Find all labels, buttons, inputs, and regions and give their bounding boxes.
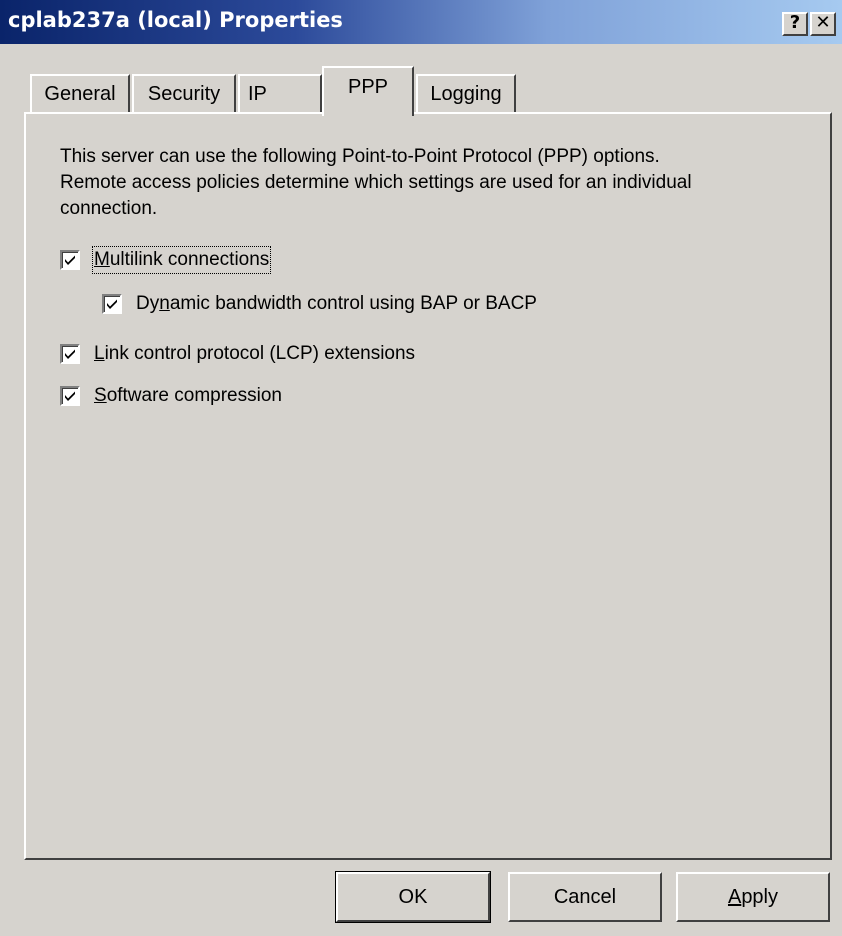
- label-rest: ultilink connections: [109, 249, 270, 270]
- button-label-rest: pply: [741, 886, 779, 908]
- tab-security[interactable]: Security: [132, 74, 236, 114]
- label-rest: oftware compression: [106, 385, 282, 406]
- tab-label: General: [44, 83, 116, 105]
- tab-label: IP: [248, 83, 267, 105]
- properties-dialog: cplab237a (local) Properties ? ✕ General…: [0, 0, 842, 936]
- tab-label: Logging: [430, 83, 502, 105]
- tab-logging[interactable]: Logging: [416, 74, 516, 114]
- tab-general[interactable]: General: [30, 74, 130, 114]
- label-rest: ink control protocol (LCP) extensions: [104, 343, 416, 364]
- bap-checkbox[interactable]: [102, 294, 122, 314]
- tab-label: PPP: [347, 76, 389, 98]
- mnemonic: M: [94, 249, 110, 270]
- lcp-checkbox[interactable]: [60, 344, 80, 364]
- compression-label: Software compression: [94, 384, 282, 408]
- check-mark-icon: [107, 299, 117, 309]
- multilink-checkbox[interactable]: [60, 250, 80, 270]
- tab-panel-ppp: This server can use the following Point-…: [24, 112, 832, 860]
- description-line: connection.: [60, 198, 158, 219]
- bap-label: Dynamic bandwidth control using BAP or B…: [136, 292, 537, 316]
- label-part: Dy: [136, 293, 160, 314]
- tab-ip[interactable]: IP: [238, 74, 322, 114]
- lcp-label: Link control protocol (LCP) extensions: [94, 342, 415, 366]
- description-line: This server can use the following Point-…: [60, 146, 660, 167]
- title-bar[interactable]: cplab237a (local) Properties ? ✕: [0, 0, 842, 44]
- window-title: cplab237a (local) Properties: [8, 8, 343, 32]
- mnemonic: n: [159, 293, 170, 314]
- label-part: amic bandwidth control using BAP or BACP: [169, 293, 537, 314]
- mnemonic: L: [94, 343, 105, 364]
- help-icon[interactable]: ?: [782, 12, 808, 36]
- compression-checkbox[interactable]: [60, 386, 80, 406]
- multilink-label: Multilink connections: [91, 246, 272, 274]
- close-icon[interactable]: ✕: [810, 12, 836, 36]
- tab-label: Security: [147, 83, 221, 105]
- cancel-button[interactable]: Cancel: [508, 872, 662, 922]
- check-mark-icon: [65, 391, 75, 401]
- description-text: This server can use the following Point-…: [60, 144, 820, 222]
- check-mark-icon: [65, 255, 75, 265]
- ok-button[interactable]: OK: [335, 871, 491, 923]
- apply-button[interactable]: Apply: [676, 872, 830, 922]
- tab-ppp[interactable]: PPP: [322, 66, 414, 116]
- description-line: Remote access policies determine which s…: [60, 172, 692, 193]
- mnemonic: S: [94, 385, 107, 406]
- check-mark-icon: [65, 349, 75, 359]
- mnemonic: A: [727, 886, 742, 908]
